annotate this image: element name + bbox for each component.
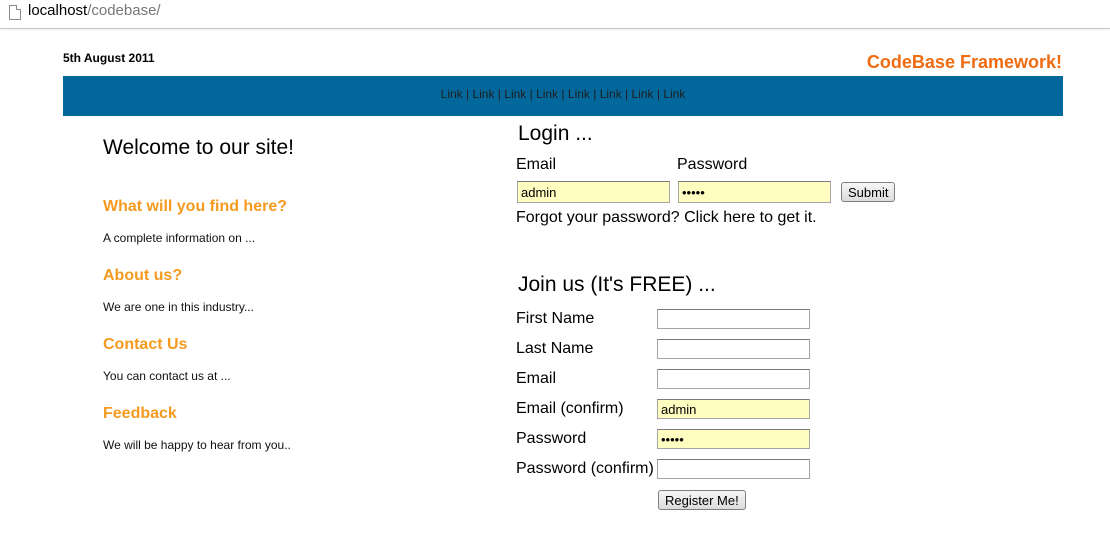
register-password-label: Password [516,430,587,447]
login-submit-button[interactable]: Submit [841,182,896,202]
nav-separator: | [558,87,568,101]
nav-link-2[interactable]: Link [472,87,494,101]
nav-separator: | [462,87,473,101]
last-name-input[interactable] [657,339,810,359]
register-password-input[interactable] [657,429,810,449]
nav-link-4[interactable]: Link [536,87,558,101]
nav-link-6[interactable]: Link [600,87,622,101]
forgot-password-link[interactable]: Forgot your password? Click here to get … [516,209,817,227]
register-email-input[interactable] [657,369,810,389]
password-confirm-input[interactable] [657,459,810,479]
section-title-find: What will you find here? [103,198,287,215]
url-text[interactable]: localhost/codebase/ [28,2,161,19]
email-confirm-input[interactable] [657,399,810,419]
nav-separator: | [653,87,664,101]
forgot-password-text[interactable]: Forgot your password? Click here to get … [516,209,817,226]
page-icon [9,5,21,20]
section-text-feedback: We will be happy to hear from you.. [103,438,291,452]
section-text-contact: You can contact us at ... [103,369,231,383]
login-email-input[interactable] [517,181,670,203]
login-password-input[interactable] [678,181,831,203]
section-title-feedback: Feedback [103,405,177,422]
nav-link-8[interactable]: Link [663,87,685,101]
nav-bar: Link | Link | Link | Link | Link | Link … [63,76,1063,116]
nav-link-1[interactable]: Link [441,87,463,101]
section-title-about: About us? [103,267,183,284]
register-heading: Join us (It's FREE) ... [518,273,716,296]
section-text-find: A complete information on ... [103,231,256,245]
nav-link-3[interactable]: Link [504,87,526,101]
email-confirm-label: Email (confirm) [516,400,624,417]
address-bar[interactable]: localhost/codebase/ [0,0,1110,29]
section-text-about: We are one in this industry... [103,300,254,314]
login-heading: Login ... [518,122,593,145]
register-email-label: Email [516,370,557,387]
site-brand: CodeBase Framework! [866,52,1062,72]
nav-separator: | [526,87,537,101]
nav-link-5[interactable]: Link [568,87,590,101]
login-email-label: Email [516,156,557,173]
nav-separator: | [494,87,505,101]
login-password-label: Password [677,156,748,173]
nav-separator: | [589,87,600,101]
first-name-input[interactable] [657,309,810,329]
section-title-contact: Contact Us [103,336,188,353]
url-host: localhost [28,2,88,19]
nav-link-7[interactable]: Link [632,87,654,101]
register-button[interactable]: Register Me! [658,490,746,510]
password-confirm-label: Password (confirm) [516,460,654,477]
info-column: Welcome to our site! What will you find … [103,136,463,452]
first-name-label: First Name [516,310,595,327]
url-path: /codebase/ [87,2,161,19]
last-name-label: Last Name [516,340,594,357]
nav-separator: | [621,87,632,101]
welcome-heading: Welcome to our site! [103,136,295,159]
header-date: 5th August 2011 [63,51,155,65]
